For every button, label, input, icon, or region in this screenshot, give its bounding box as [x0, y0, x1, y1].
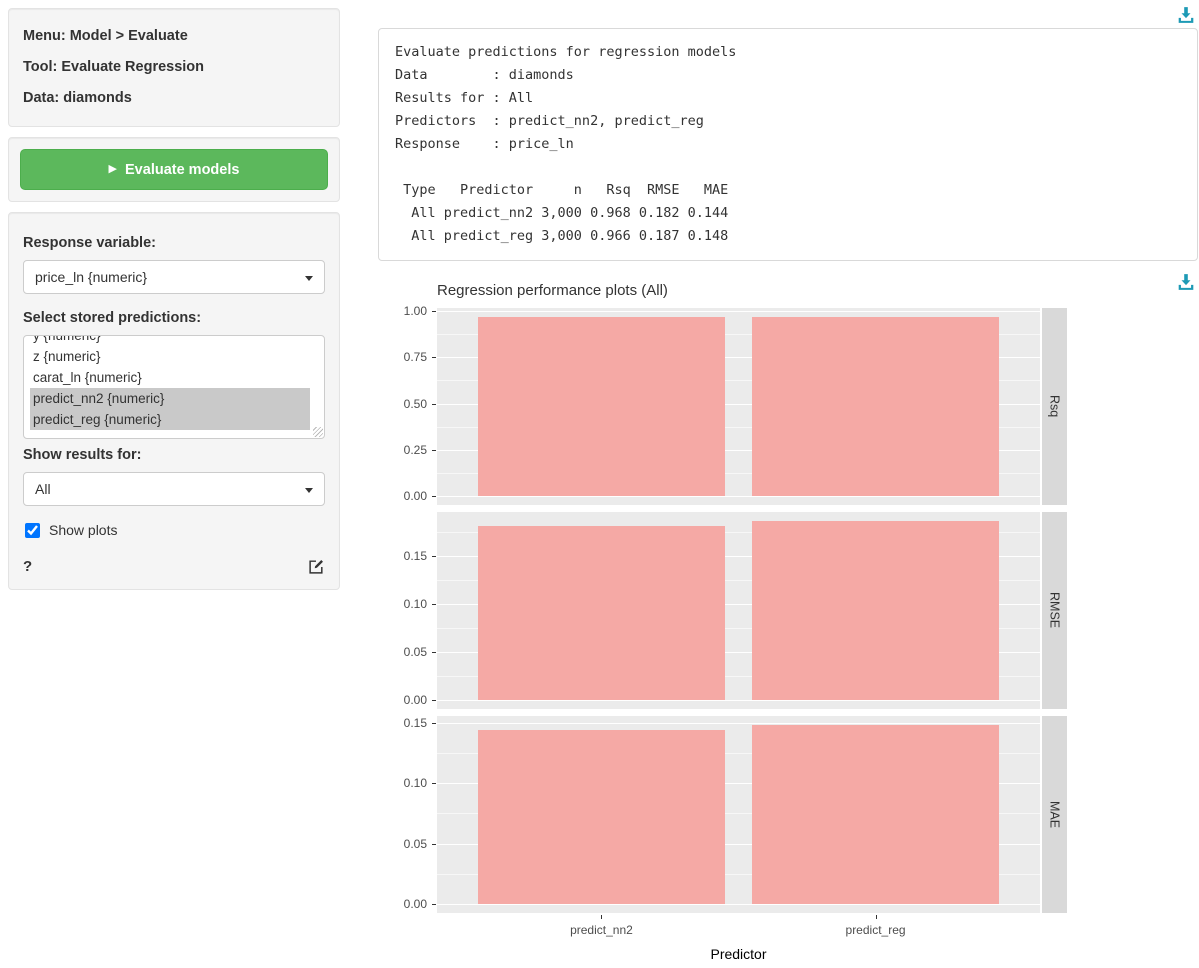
gridline-major	[437, 700, 1040, 701]
x-tick-label: predict_nn2	[541, 923, 661, 937]
resize-grip[interactable]	[313, 427, 323, 437]
chart-header: Regression performance plots (All)	[378, 273, 1198, 303]
gridline-major	[437, 311, 1040, 312]
list-item[interactable]: predict_reg {numeric}	[30, 409, 310, 430]
predictions-listbox[interactable]: y {numeric}z {numeric}carat_ln {numeric}…	[23, 335, 325, 439]
chevron-down-icon	[305, 276, 313, 281]
y-tick-mark	[432, 556, 436, 557]
facet-panel-rmse	[437, 512, 1040, 709]
evaluate-models-label: Evaluate models	[125, 162, 239, 178]
y-tick-mark	[432, 357, 436, 358]
list-item[interactable]: y {numeric}	[30, 335, 324, 346]
bar-predict_reg-rsq	[752, 317, 999, 496]
x-tick-mark	[876, 915, 877, 919]
list-item[interactable]: z {numeric}	[30, 346, 324, 367]
facet-strip-label: RMSE	[1048, 592, 1062, 628]
main-panel: Evaluate predictions for regression mode…	[378, 0, 1198, 968]
y-tick-mark	[432, 604, 436, 605]
show-plots-label: Show plots	[49, 522, 117, 538]
x-tick-mark	[601, 915, 602, 919]
y-tick-label: 0.15	[378, 549, 427, 564]
y-tick-label: 0.75	[378, 350, 427, 365]
predictions-list: y {numeric}z {numeric}carat_ln {numeric}…	[24, 335, 324, 430]
y-tick-label: 0.05	[378, 645, 427, 660]
chart-title: Regression performance plots (All)	[437, 273, 668, 299]
bar-predict_reg-rmse	[752, 521, 999, 700]
action-panel: ▶ Evaluate models	[8, 137, 340, 202]
y-tick-label: 0.25	[378, 443, 427, 458]
plot-area: 0.000.250.500.751.00Rsq0.000.050.100.15R…	[378, 308, 1198, 968]
y-tick-label: 1.00	[378, 304, 427, 319]
x-tick-label: predict_reg	[816, 923, 936, 937]
gridline-major	[437, 904, 1040, 905]
response-variable-value: price_ln {numeric}	[35, 269, 147, 285]
y-tick-mark	[432, 723, 436, 724]
menu-breadcrumb: Menu: Model > Evaluate	[23, 21, 325, 52]
facet-panel-rsq	[437, 308, 1040, 505]
y-tick-mark	[432, 496, 436, 497]
show-results-value: All	[35, 481, 51, 497]
input-panel: Response variable: price_ln {numeric} Se…	[8, 212, 340, 590]
x-axis-title: Predictor	[437, 946, 1040, 962]
facet-strip-rsq: Rsq	[1042, 308, 1067, 505]
edit-report-icon[interactable]	[308, 558, 325, 575]
facet-strip-mae: MAE	[1042, 716, 1067, 913]
dataset-name: Data: diamonds	[23, 83, 325, 114]
y-tick-label: 0.10	[378, 776, 427, 791]
sidebar: Menu: Model > Evaluate Tool: Evaluate Re…	[8, 8, 340, 600]
evaluate-models-button[interactable]: ▶ Evaluate models	[20, 149, 328, 190]
list-item[interactable]: predict_nn2 {numeric}	[30, 388, 310, 409]
y-tick-label: 0.00	[378, 489, 427, 504]
facet-panel-mae	[437, 716, 1040, 913]
y-tick-mark	[432, 700, 436, 701]
facet-strip-label: MAE	[1048, 801, 1062, 828]
response-variable-label: Response variable:	[23, 235, 325, 251]
gridline-major	[437, 723, 1040, 724]
download-summary-icon[interactable]	[1177, 6, 1195, 24]
play-icon: ▶	[109, 164, 117, 175]
facet-strip-rmse: RMSE	[1042, 512, 1067, 709]
y-tick-mark	[432, 652, 436, 653]
y-tick-mark	[432, 844, 436, 845]
gridline-major	[437, 496, 1040, 497]
y-tick-label: 0.05	[378, 837, 427, 852]
list-item[interactable]: carat_ln {numeric}	[30, 367, 324, 388]
facet-strip-label: Rsq	[1048, 395, 1062, 417]
show-results-select[interactable]: All	[23, 472, 325, 506]
info-panel: Menu: Model > Evaluate Tool: Evaluate Re…	[8, 8, 340, 127]
y-tick-label: 0.10	[378, 597, 427, 612]
summary-output-box: Evaluate predictions for regression mode…	[378, 28, 1198, 261]
y-tick-label: 0.00	[378, 693, 427, 708]
y-tick-mark	[432, 404, 436, 405]
download-plot-icon[interactable]	[1177, 273, 1195, 291]
chevron-down-icon	[305, 488, 313, 493]
bar-predict_reg-mae	[752, 725, 999, 904]
bar-predict_nn2-rsq	[478, 317, 725, 496]
response-variable-select[interactable]: price_ln {numeric}	[23, 260, 325, 294]
y-tick-label: 0.50	[378, 397, 427, 412]
show-plots-row: Show plots	[25, 522, 325, 538]
show-plots-checkbox[interactable]	[25, 523, 40, 538]
help-link[interactable]: ?	[23, 558, 32, 575]
y-tick-label: 0.15	[378, 716, 427, 731]
bar-predict_nn2-rmse	[478, 526, 725, 700]
summary-toolbar	[378, 0, 1198, 28]
show-results-label: Show results for:	[23, 447, 325, 463]
bar-predict_nn2-mae	[478, 730, 725, 904]
y-tick-mark	[432, 904, 436, 905]
y-tick-mark	[432, 450, 436, 451]
tool-name: Tool: Evaluate Regression	[23, 52, 325, 83]
predictions-label: Select stored predictions:	[23, 310, 325, 326]
summary-output: Evaluate predictions for regression mode…	[395, 41, 1181, 248]
panel-footer: ?	[23, 558, 325, 575]
y-tick-mark	[432, 783, 436, 784]
y-tick-mark	[432, 311, 436, 312]
y-tick-label: 0.00	[378, 897, 427, 912]
